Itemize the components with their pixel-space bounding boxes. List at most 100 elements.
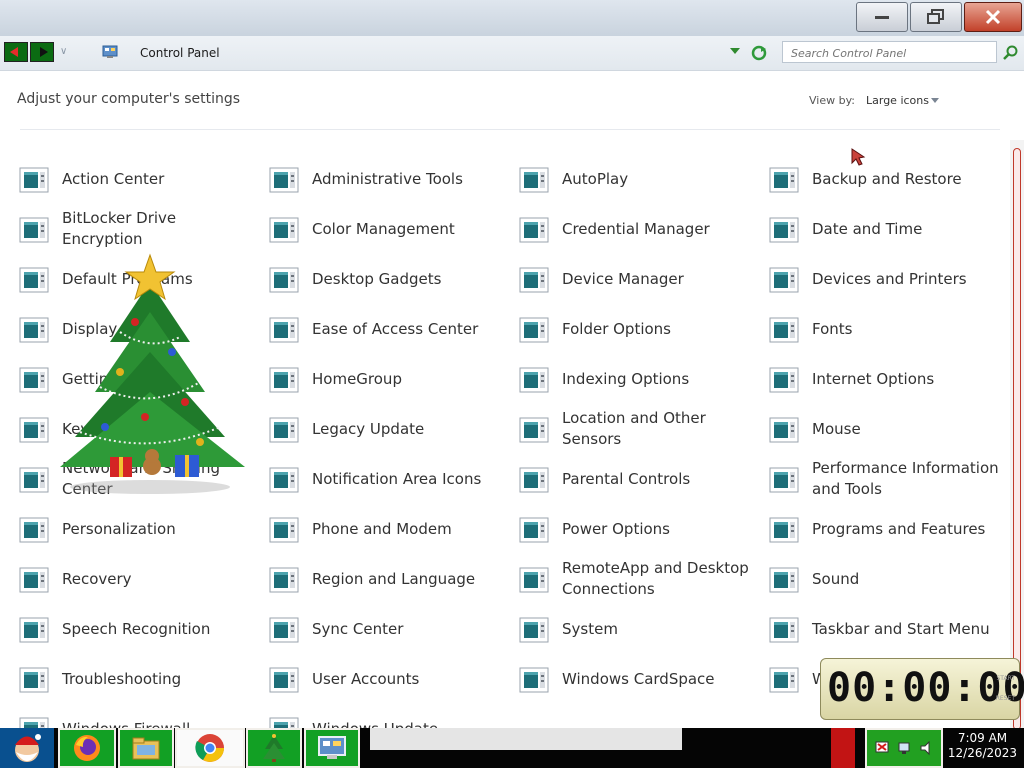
control-panel-item-action-center[interactable]: Action Center [19, 155, 259, 203]
taskbar-control-panel[interactable] [304, 728, 360, 768]
back-arrow-icon [10, 47, 18, 57]
control-panel-item-icon [19, 167, 49, 193]
control-panel-item-icon [19, 217, 49, 243]
minimize-button[interactable] [856, 2, 908, 32]
control-panel-item-icon [519, 317, 549, 343]
control-panel-item-icon [269, 717, 299, 728]
address-dropdown-icon[interactable] [730, 48, 740, 54]
search-box[interactable] [782, 41, 997, 64]
control-panel-item-region-and-language[interactable]: Region and Language [269, 555, 509, 603]
control-panel-item-devices-and-printers[interactable]: Devices and Printers [769, 255, 1009, 303]
control-panel-item-remoteapp-and-desktop-connections[interactable]: RemoteApp and Desktop Connections [519, 555, 759, 603]
control-panel-item-bitlocker-drive-encryption[interactable]: BitLocker Drive Encryption [19, 205, 259, 253]
control-panel-item-icon [269, 567, 299, 593]
file-explorer-icon [132, 737, 160, 760]
recent-pages-chevron-icon[interactable]: ∨ [60, 46, 70, 57]
title-bar [0, 0, 1024, 36]
control-panel-item-ease-of-access-center[interactable]: Ease of Access Center [269, 305, 509, 353]
control-panel-item-performance-information-and-tools[interactable]: Performance Information and Tools [769, 455, 1009, 503]
control-panel-item-icon [769, 667, 799, 693]
back-button[interactable] [4, 42, 28, 62]
control-panel-item-windows-cardspace[interactable]: Windows CardSpace [519, 655, 759, 703]
vertical-scrollbar[interactable] [1010, 140, 1024, 730]
control-panel-item-user-accounts[interactable]: User Accounts [269, 655, 509, 703]
control-panel-item-date-and-time[interactable]: Date and Time [769, 205, 1009, 253]
control-panel-item-location-and-other-sensors[interactable]: Location and Other Sensors [519, 405, 759, 453]
close-button[interactable] [964, 2, 1022, 32]
control-panel-item-label: Performance Information and Tools [812, 459, 999, 498]
control-panel-item-system[interactable]: System [519, 605, 759, 653]
control-panel-item-taskbar-and-start-menu[interactable]: Taskbar and Start Menu [769, 605, 1009, 653]
control-panel-item-mouse[interactable]: Mouse [769, 405, 1009, 453]
control-panel-item-icon [519, 517, 549, 543]
control-panel-item-troubleshooting[interactable]: Troubleshooting [19, 655, 259, 703]
control-panel-item-recovery[interactable]: Recovery [19, 555, 259, 603]
control-panel-item-label: Ease of Access Center [312, 319, 479, 338]
forward-button[interactable] [30, 42, 54, 62]
taskbar-firefox[interactable] [58, 728, 116, 768]
control-panel-item-icon [269, 367, 299, 393]
control-panel-item-color-management[interactable]: Color Management [269, 205, 509, 253]
control-panel-item-credential-manager[interactable]: Credential Manager [519, 205, 759, 253]
taskbar-chrome[interactable] [175, 728, 245, 768]
start-button[interactable] [0, 728, 54, 768]
control-panel-item-label: Speech Recognition [62, 619, 211, 638]
control-panel-item-homegroup[interactable]: HomeGroup [269, 355, 509, 403]
search-input[interactable] [789, 43, 993, 64]
control-panel-item-autoplay[interactable]: AutoPlay [519, 155, 759, 203]
scrollbar-thumb[interactable] [1013, 148, 1021, 730]
network-icon[interactable] [897, 740, 913, 756]
control-panel-item-notification-area-icons[interactable]: Notification Area Icons [269, 455, 509, 503]
flag-icon[interactable] [875, 740, 891, 756]
control-panel-item-parental-controls[interactable]: Parental Controls [519, 455, 759, 503]
control-panel-item-icon [269, 667, 299, 693]
breadcrumb-control-panel[interactable]: Control Panel [140, 46, 220, 60]
taskbar-file-explorer[interactable] [118, 728, 174, 768]
control-panel-item-phone-and-modem[interactable]: Phone and Modem [269, 505, 509, 553]
timer-reset-button[interactable]: RESET [996, 695, 1015, 702]
control-panel-item-device-manager[interactable]: Device Manager [519, 255, 759, 303]
control-panel-item-personalization[interactable]: Personalization [19, 505, 259, 553]
control-panel-item-windows-update[interactable]: Windows Update [269, 705, 509, 728]
timer-start-button[interactable]: START [996, 675, 1015, 682]
taskbar-christmas-tree[interactable] [246, 728, 302, 768]
volume-icon[interactable] [919, 740, 935, 756]
control-panel-item-icon [519, 667, 549, 693]
control-panel-item-label: Recovery [62, 569, 132, 588]
control-panel-item-icon [269, 317, 299, 343]
control-panel-item-speech-recognition[interactable]: Speech Recognition [19, 605, 259, 653]
control-panel-item-sound[interactable]: Sound [769, 555, 1009, 603]
control-panel-item-icon [769, 617, 799, 643]
view-by-label: View by: [809, 94, 855, 107]
view-by-chevron-icon[interactable] [931, 98, 939, 103]
control-panel-item-power-options[interactable]: Power Options [519, 505, 759, 553]
control-panel-item-programs-and-features[interactable]: Programs and Features [769, 505, 1009, 553]
control-panel-item-icon [269, 467, 299, 493]
restore-button[interactable] [910, 2, 962, 32]
control-panel-item-label: Internet Options [812, 369, 935, 388]
refresh-icon[interactable] [751, 45, 767, 61]
view-by-dropdown[interactable]: Large icons [866, 94, 929, 107]
control-panel-item-icon [519, 367, 549, 393]
control-panel-item-label: System [562, 619, 618, 638]
taskbar-blank-window[interactable] [370, 728, 682, 750]
control-panel-item-label: Sound [812, 569, 860, 588]
control-panel-item-sync-center[interactable]: Sync Center [269, 605, 509, 653]
control-panel-item-internet-options[interactable]: Internet Options [769, 355, 1009, 403]
control-panel-item-administrative-tools[interactable]: Administrative Tools [269, 155, 509, 203]
control-panel-item-backup-and-restore[interactable]: Backup and Restore [769, 155, 1009, 203]
control-panel-item-folder-options[interactable]: Folder Options [519, 305, 759, 353]
clock-time: 7:09 AM [957, 731, 1008, 745]
control-panel-item-desktop-gadgets[interactable]: Desktop Gadgets [269, 255, 509, 303]
control-panel-item-windows-firewall[interactable]: Windows Firewall [19, 705, 259, 728]
taskbar-red-button[interactable] [831, 728, 855, 768]
christmas-tree-icon [263, 734, 285, 762]
control-panel-item-fonts[interactable]: Fonts [769, 305, 1009, 353]
control-panel-item-icon [519, 167, 549, 193]
control-panel-item-legacy-update[interactable]: Legacy Update [269, 405, 509, 453]
taskbar-clock[interactable]: 7:09 AM 12/26/2023 [945, 731, 1020, 761]
control-panel-item-label: Backup and Restore [812, 169, 962, 188]
search-icon[interactable] [1003, 45, 1019, 61]
control-panel-item-label: HomeGroup [312, 369, 402, 388]
control-panel-item-indexing-options[interactable]: Indexing Options [519, 355, 759, 403]
